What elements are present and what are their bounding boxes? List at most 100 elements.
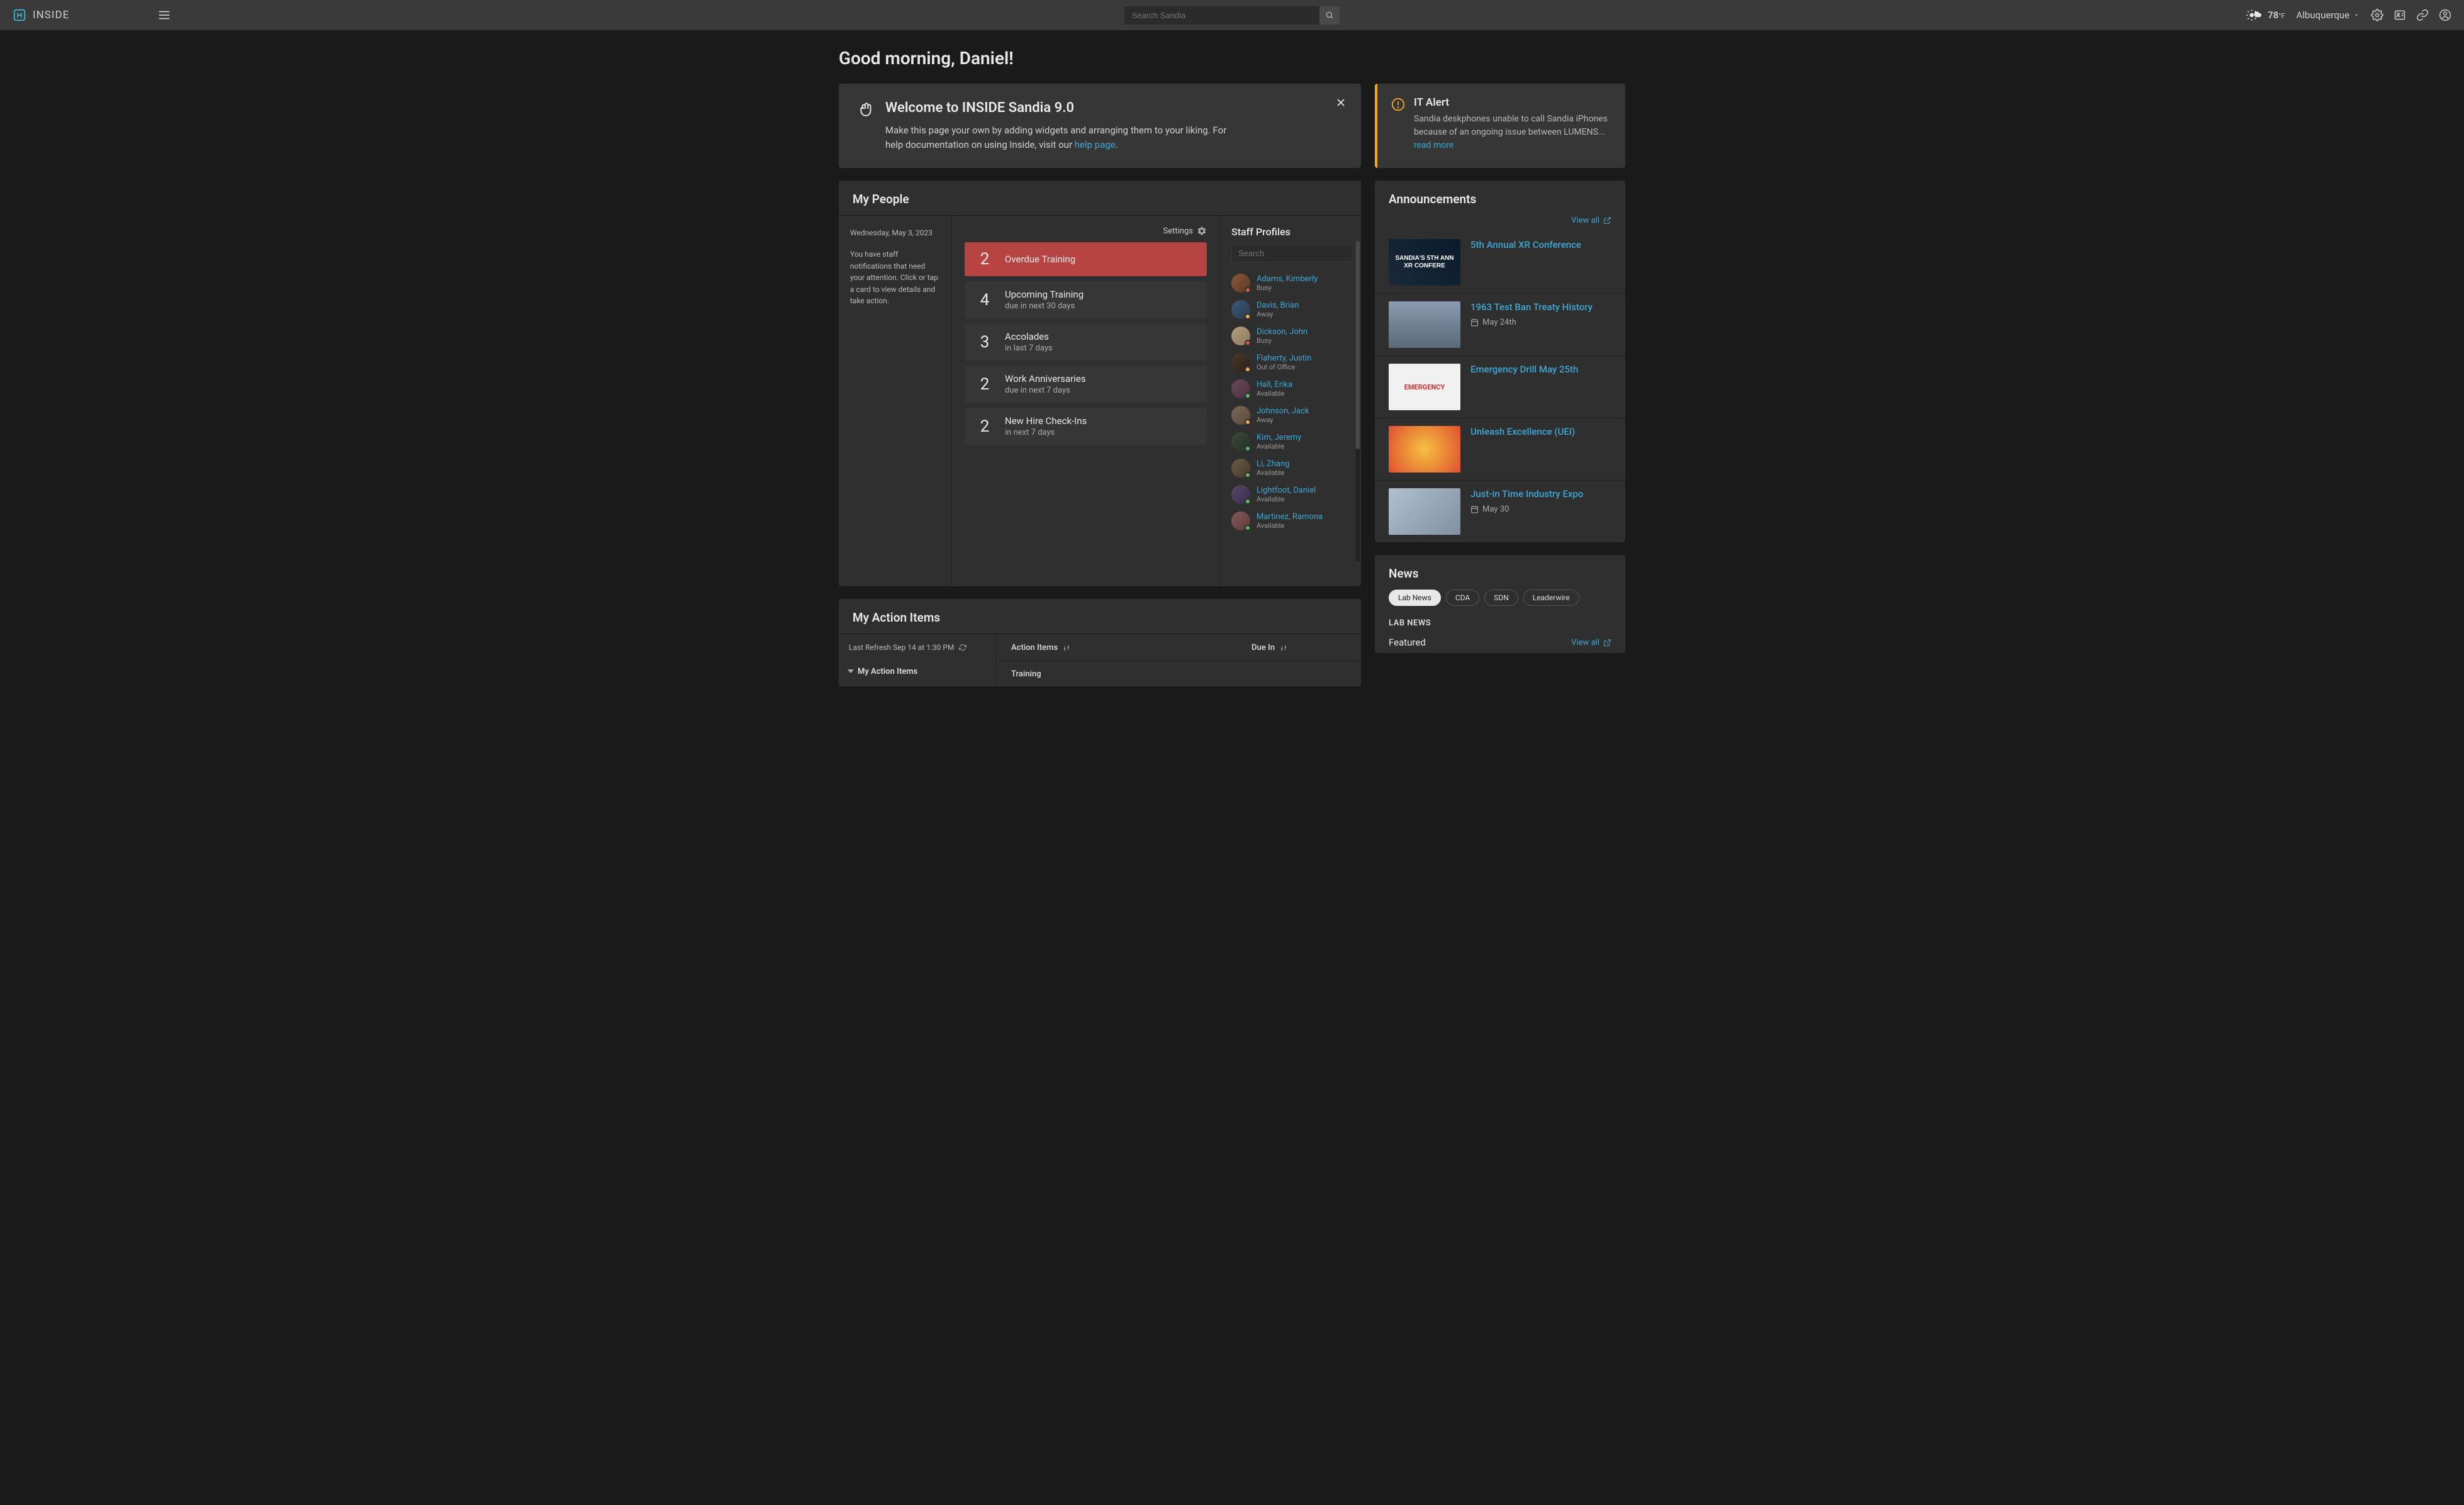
news-pill[interactable]: Leaderwire xyxy=(1523,590,1579,606)
search-button[interactable] xyxy=(1319,6,1340,25)
refresh-icon[interactable] xyxy=(959,644,966,651)
profile-item[interactable]: Hall, Erika Available xyxy=(1231,376,1353,402)
alert-read-more-link[interactable]: read more xyxy=(1414,140,1453,150)
avatar xyxy=(1231,274,1250,293)
announcement-item[interactable]: Unleash Excellence (UEI) xyxy=(1375,418,1625,480)
announcement-title[interactable]: 1963 Test Ban Treaty History xyxy=(1470,301,1593,313)
profile-item[interactable]: Johnson, Jack Away xyxy=(1231,402,1353,428)
news-pill[interactable]: Lab News xyxy=(1389,590,1441,606)
profile-name[interactable]: Li, Zhang xyxy=(1257,459,1289,469)
profile-name[interactable]: Kim, Jeremy xyxy=(1257,433,1301,442)
announcement-item[interactable]: SANDIA'S 5TH ANNXR CONFERE 5th Annual XR… xyxy=(1375,232,1625,293)
avatar xyxy=(1231,379,1250,398)
location-label: Albuquerque xyxy=(2296,9,2349,21)
gear-icon[interactable] xyxy=(2371,9,2383,21)
stat-text: Upcoming Training due in next 30 days xyxy=(1005,289,1084,311)
profile-name[interactable]: Davis, Brian xyxy=(1257,301,1299,310)
profile-name[interactable]: Martinez, Ramona xyxy=(1257,512,1323,522)
people-settings-button[interactable]: Settings xyxy=(965,226,1207,236)
profile-name[interactable]: Johnson, Jack xyxy=(1257,406,1309,416)
menu-icon[interactable] xyxy=(157,8,171,22)
profile-item[interactable]: Dickson, John Busy xyxy=(1231,323,1353,349)
profile-info: Li, Zhang Available xyxy=(1257,459,1289,477)
status-dot xyxy=(1245,498,1251,505)
sort-icon xyxy=(1280,644,1287,652)
profile-item[interactable]: Kim, Jeremy Available xyxy=(1231,428,1353,455)
news-source-label: LAB NEWS xyxy=(1375,615,1625,632)
stat-card[interactable]: 4 Upcoming Training due in next 30 days xyxy=(965,281,1207,318)
stat-subtitle: due in next 7 days xyxy=(1005,386,1086,395)
profile-name[interactable]: Lightfoot, Daniel xyxy=(1257,486,1316,495)
avatar xyxy=(1231,459,1250,478)
announcement-title[interactable]: Emergency Drill May 25th xyxy=(1470,364,1578,375)
welcome-title: Welcome to INSIDE Sandia 9.0 xyxy=(885,100,1238,116)
external-link-icon xyxy=(1603,216,1611,225)
my-people-body: Wednesday, May 3, 2023 You have staff no… xyxy=(839,215,1361,586)
announcement-info: Unleash Excellence (UEI) xyxy=(1470,426,1575,473)
news-header: News xyxy=(1375,555,1625,590)
help-page-link[interactable]: help page xyxy=(1075,139,1116,150)
action-group-training[interactable]: Training xyxy=(996,662,1361,686)
avatar xyxy=(1231,512,1250,530)
news-viewall-link[interactable]: View all xyxy=(1571,638,1611,647)
announcement-title[interactable]: Unleash Excellence (UEI) xyxy=(1470,426,1575,437)
profile-status: Away xyxy=(1257,310,1299,318)
status-dot xyxy=(1245,366,1251,372)
alert-content: IT Alert Sandia deskphones unable to cal… xyxy=(1414,96,1611,155)
profile-item[interactable]: Li, Zhang Available xyxy=(1231,455,1353,481)
scrollbar-track[interactable] xyxy=(1356,241,1360,561)
news-pill[interactable]: SDN xyxy=(1484,590,1518,606)
announcements-viewall: View all xyxy=(1375,215,1625,232)
announcement-title[interactable]: 5th Annual XR Conference xyxy=(1470,239,1581,250)
status-dot xyxy=(1245,313,1251,320)
profile-item[interactable]: Flaherty, Justin Out of Office xyxy=(1231,349,1353,376)
location-select[interactable]: Albuquerque xyxy=(2296,9,2360,21)
brand-block[interactable]: INSIDE xyxy=(13,8,69,22)
profiles-search-input[interactable] xyxy=(1231,244,1353,262)
announcement-info: 5th Annual XR Conference xyxy=(1470,239,1581,286)
external-link-icon xyxy=(1603,639,1611,647)
action-items-col[interactable]: Action Items xyxy=(1011,643,1252,652)
profile-name[interactable]: Dickson, John xyxy=(1257,327,1308,337)
profile-info: Davis, Brian Away xyxy=(1257,301,1299,318)
stat-card[interactable]: 2 Work Anniversaries due in next 7 days xyxy=(965,366,1207,403)
announcement-item[interactable]: EMERGENCY Emergency Drill May 25th xyxy=(1375,355,1625,418)
people-stats-panel: Settings 2 Overdue Training 4 Upcoming T… xyxy=(952,216,1219,586)
due-in-col[interactable]: Due In xyxy=(1252,643,1346,652)
stat-card[interactable]: 2 Overdue Training xyxy=(965,242,1207,276)
announcement-item[interactable]: 1963 Test Ban Treaty History May 24th xyxy=(1375,293,1625,355)
contact-card-icon[interactable] xyxy=(2394,9,2406,21)
weather[interactable]: 78°F xyxy=(2246,7,2285,23)
stat-card[interactable]: 2 New Hire Check-Ins in next 7 days xyxy=(965,408,1207,445)
link-icon[interactable] xyxy=(2416,9,2429,21)
stat-card[interactable]: 3 Accolades in last 7 days xyxy=(965,323,1207,361)
action-tree-root[interactable]: My Action Items xyxy=(839,661,995,683)
scrollbar-thumb[interactable] xyxy=(1356,241,1360,449)
announcements-viewall-link[interactable]: View all xyxy=(1571,216,1611,225)
profile-item[interactable]: Martinez, Ramona Available xyxy=(1231,508,1353,534)
close-icon[interactable] xyxy=(1335,96,1347,109)
brand-text: INSIDE xyxy=(33,9,69,21)
profile-item[interactable]: Davis, Brian Away xyxy=(1231,296,1353,323)
profile-name[interactable]: Hall, Erika xyxy=(1257,380,1292,389)
profile-info: Kim, Jeremy Available xyxy=(1257,433,1301,450)
stat-subtitle: due in next 30 days xyxy=(1005,301,1084,311)
profile-item[interactable]: Adams, Kimberly Busy xyxy=(1231,270,1353,296)
announcement-title[interactable]: Just-in Time Industry Expo xyxy=(1470,488,1583,500)
brand-icon xyxy=(13,8,26,22)
user-icon[interactable] xyxy=(2439,9,2451,21)
news-pill[interactable]: CDA xyxy=(1446,590,1479,606)
profile-name[interactable]: Flaherty, Justin xyxy=(1257,354,1311,363)
profile-info: Adams, Kimberly Busy xyxy=(1257,274,1318,292)
right-column: Announcements View all SANDIA'S 5TH ANNX… xyxy=(1375,181,1625,653)
announcement-thumbnail xyxy=(1389,426,1460,473)
profile-name[interactable]: Adams, Kimberly xyxy=(1257,274,1318,284)
announcement-item[interactable]: Just-in Time Industry Expo May 30 xyxy=(1375,480,1625,542)
action-items-body: Last Refresh Sep 14 at 1:30 PM My Action… xyxy=(839,634,1361,686)
profile-item[interactable]: Lightfoot, Daniel Available xyxy=(1231,481,1353,508)
profile-info: Hall, Erika Available xyxy=(1257,380,1292,398)
profile-info: Dickson, John Busy xyxy=(1257,327,1308,345)
announcement-thumbnail xyxy=(1389,301,1460,348)
profiles-list: Adams, Kimberly Busy Davis, Brian Away D… xyxy=(1231,270,1353,534)
search-input[interactable] xyxy=(1124,6,1319,25)
